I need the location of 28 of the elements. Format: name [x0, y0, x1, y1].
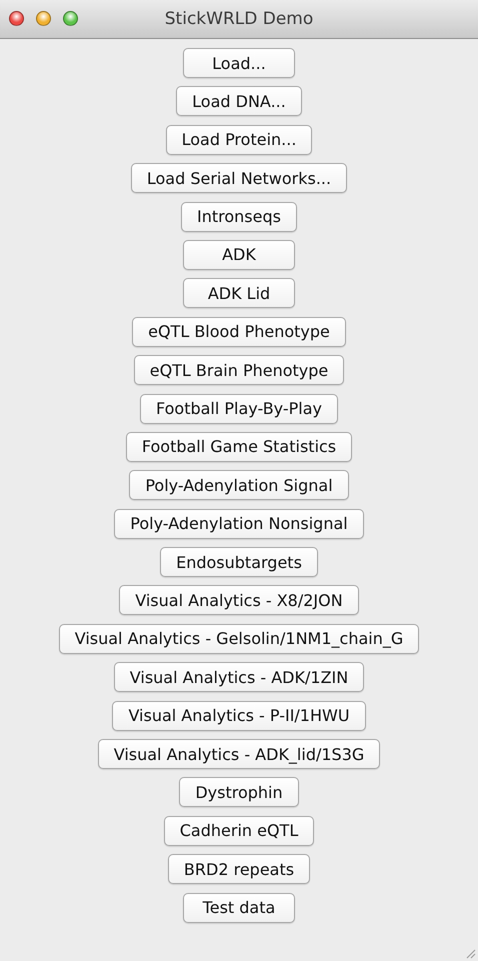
- demo-button[interactable]: Visual Analytics - ADK_lid/1S3G: [98, 739, 380, 770]
- zoom-button[interactable]: [63, 11, 78, 26]
- demo-button[interactable]: Load Protein...: [166, 124, 312, 155]
- demo-button[interactable]: Visual Analytics - P-II/1HWU: [112, 700, 366, 731]
- resize-grip-icon[interactable]: [464, 947, 476, 959]
- demo-button[interactable]: Visual Analytics - X8/2JON: [119, 585, 359, 616]
- demo-button[interactable]: Visual Analytics - Gelsolin/1NM1_chain_G: [58, 624, 420, 654]
- close-button[interactable]: [9, 11, 24, 26]
- demo-button[interactable]: eQTL Blood Phenotype: [132, 316, 346, 347]
- demo-button[interactable]: Intronseqs: [181, 202, 297, 232]
- demo-button[interactable]: Load...: [183, 48, 295, 78]
- demo-button[interactable]: Load Serial Networks...: [130, 163, 348, 194]
- demo-button[interactable]: ADK: [183, 240, 295, 270]
- demo-button[interactable]: BRD2 repeats: [168, 854, 310, 884]
- demo-button[interactable]: Load DNA...: [176, 86, 302, 116]
- demo-button[interactable]: Endosubtargets: [160, 547, 318, 578]
- demo-button[interactable]: Cadherin eQTL: [164, 816, 314, 846]
- demo-button[interactable]: Football Game Statistics: [126, 432, 352, 462]
- demo-button[interactable]: Poly-Adenylation Signal: [129, 470, 349, 500]
- demo-button[interactable]: Dystrophin: [179, 777, 299, 808]
- demo-button[interactable]: ADK Lid: [183, 278, 295, 308]
- demo-button[interactable]: eQTL Brain Phenotype: [134, 355, 344, 386]
- demo-button[interactable]: Football Play-By-Play: [140, 394, 338, 424]
- minimize-button[interactable]: [36, 11, 51, 26]
- window-title: StickWRLD Demo: [164, 9, 314, 29]
- demo-button[interactable]: Poly-Adenylation Nonsignal: [114, 508, 364, 539]
- demo-button[interactable]: Test data: [183, 892, 295, 923]
- demo-button[interactable]: Visual Analytics - ADK/1ZIN: [114, 662, 364, 692]
